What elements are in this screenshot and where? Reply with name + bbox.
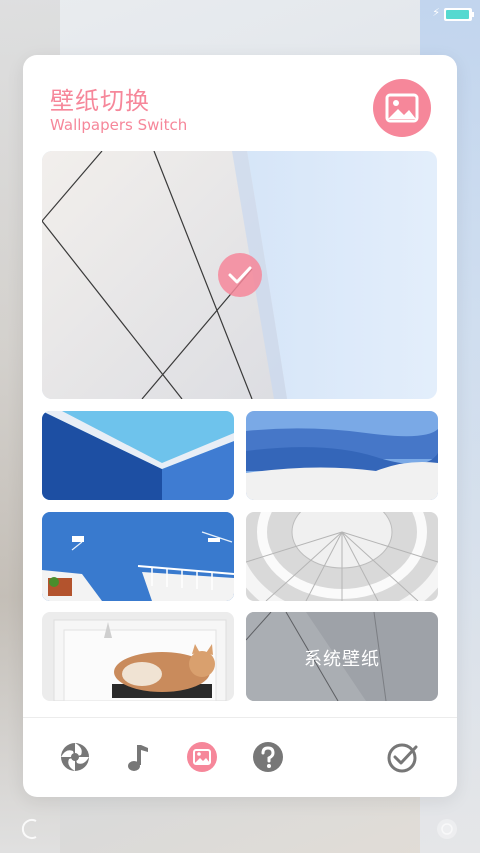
wallpaper-preview-selected[interactable] (42, 151, 437, 399)
page-subtitle: Wallpapers Switch (50, 116, 188, 134)
wallpaper-thumb-snow-mountains[interactable] (246, 411, 438, 500)
image-icon[interactable] (184, 739, 220, 775)
system-wallpaper-label: 系统壁纸 (304, 649, 380, 670)
check-icon (218, 253, 262, 297)
wallpaper-thumb-system[interactable]: 系统壁纸 (246, 612, 438, 701)
charging-icon: ⚡ (432, 6, 440, 19)
music-note-icon[interactable] (120, 739, 156, 775)
page-title: 壁纸切换 (50, 87, 150, 115)
wallpaper-card: 壁纸切换 Wallpapers Switch 系统壁纸 (23, 55, 457, 797)
aperture-icon (437, 819, 457, 839)
loading-arc-icon (21, 819, 37, 839)
status-bar: ⚡ (0, 0, 480, 28)
image-icon (373, 79, 431, 137)
thumbnail-image (42, 612, 234, 701)
thumbnail-image (246, 411, 438, 500)
check-circle-icon[interactable] (384, 739, 420, 775)
help-icon[interactable] (250, 739, 286, 775)
battery-level (446, 10, 469, 19)
wallpaper-thumb-sleeping-cat[interactable] (42, 612, 234, 701)
wallpaper-thumb-sea-balcony[interactable] (42, 512, 234, 601)
thumbnail-image (246, 512, 438, 601)
battery-icon (444, 8, 474, 21)
wallpaper-thumb-glass-dome[interactable] (246, 512, 438, 601)
wallpaper-thumb-blue-building[interactable] (42, 411, 234, 500)
thumbnail-image (42, 411, 234, 500)
aperture-icon[interactable] (57, 739, 93, 775)
divider (23, 717, 457, 718)
thumbnail-image (42, 512, 234, 601)
